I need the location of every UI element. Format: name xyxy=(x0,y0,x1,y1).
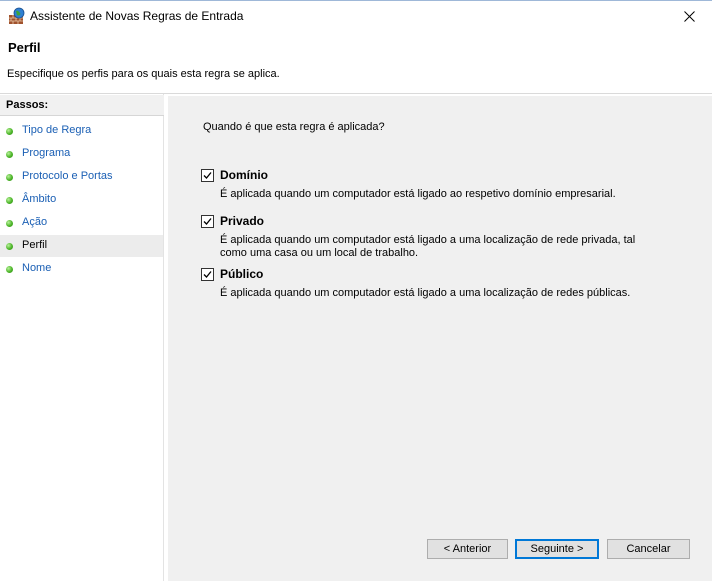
window-title: Assistente de Novas Regras de Entrada xyxy=(30,9,244,23)
step-nome[interactable]: Nome xyxy=(0,258,163,280)
publico-description: É aplicada quando um computador está lig… xyxy=(220,287,631,299)
step-label: Programa xyxy=(22,147,71,159)
step-label: Âmbito xyxy=(22,193,57,205)
wizard-window: Assistente de Novas Regras de Entrada Pe… xyxy=(0,0,712,581)
step-status-icon xyxy=(6,128,13,135)
privado-label[interactable]: Privado xyxy=(220,214,264,228)
dominio-description: É aplicada quando um computador está lig… xyxy=(220,188,616,200)
step-programa[interactable]: Programa xyxy=(0,143,163,165)
step-tipo-de-regra[interactable]: Tipo de Regra xyxy=(0,120,163,142)
publico-label[interactable]: Público xyxy=(220,267,263,281)
main-content: Quando é que esta regra é aplicada? Domí… xyxy=(168,96,712,581)
close-icon xyxy=(683,10,695,22)
step-acao[interactable]: Ação xyxy=(0,212,163,234)
step-protocolo-e-portas[interactable]: Protocolo e Portas xyxy=(0,166,163,188)
checkmark-icon xyxy=(203,172,212,179)
page-title: Perfil xyxy=(8,40,41,55)
checkmark-icon xyxy=(203,271,212,278)
steps-heading-label: Passos: xyxy=(6,99,49,111)
step-status-icon xyxy=(6,243,13,250)
dominio-label[interactable]: Domínio xyxy=(220,168,268,182)
step-label: Tipo de Regra xyxy=(22,124,92,136)
firewall-icon xyxy=(8,7,26,25)
question-text: Quando é que esta regra é aplicada? xyxy=(203,121,385,133)
steps-heading: Passos: xyxy=(0,95,164,116)
step-status-icon xyxy=(6,174,13,181)
back-button[interactable]: < Anterior xyxy=(427,539,508,559)
next-button[interactable]: Seguinte > xyxy=(515,539,599,559)
dominio-checkbox[interactable] xyxy=(201,169,214,182)
step-status-icon xyxy=(6,151,13,158)
cancel-button[interactable]: Cancelar xyxy=(607,539,690,559)
privado-description: É aplicada quando um computador está lig… xyxy=(220,234,636,259)
step-label: Nome xyxy=(22,262,52,274)
step-label: Ação xyxy=(22,216,48,228)
step-ambito[interactable]: Âmbito xyxy=(0,189,163,211)
checkmark-icon xyxy=(203,218,212,225)
page-header: Perfil Especifique os perfis para os qua… xyxy=(0,32,712,93)
page-description: Especifique os perfis para os quais esta… xyxy=(7,68,280,80)
step-status-icon xyxy=(6,197,13,204)
privado-checkbox[interactable] xyxy=(201,215,214,228)
title-bar: Assistente de Novas Regras de Entrada xyxy=(0,1,712,32)
close-button[interactable] xyxy=(666,1,712,31)
step-perfil[interactable]: Perfil xyxy=(0,235,163,257)
step-label: Perfil xyxy=(22,239,48,251)
step-status-icon xyxy=(6,266,13,273)
step-label: Protocolo e Portas xyxy=(22,170,113,182)
publico-checkbox[interactable] xyxy=(201,268,214,281)
step-status-icon xyxy=(6,220,13,227)
steps-panel: Passos: Tipo de Regra Programa Protocolo… xyxy=(0,94,164,581)
